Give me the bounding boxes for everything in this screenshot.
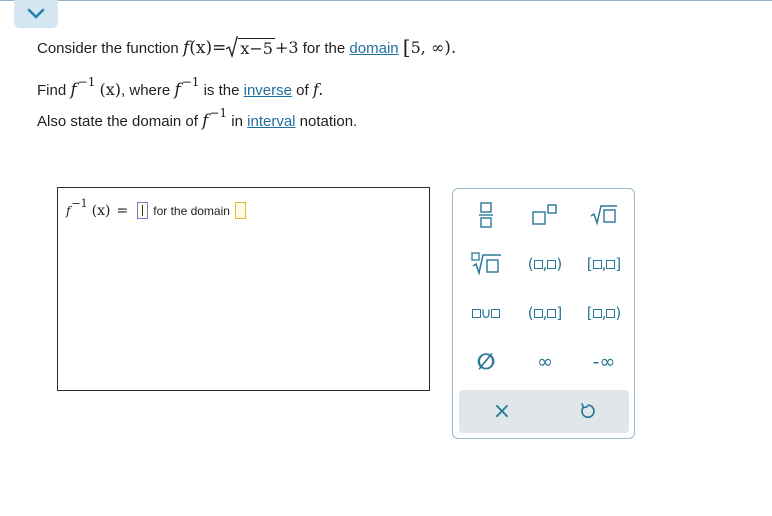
inverse-superscript: −1 <box>181 75 200 89</box>
open-closed-interval-button[interactable]: (,] <box>519 296 571 330</box>
math-palette: (,) [,] ∪ (,] [,) ∅ ∞ -∞ × <box>452 188 635 439</box>
closed-open-interval-button[interactable]: [,) <box>578 296 630 330</box>
clear-button[interactable]: × <box>476 394 528 428</box>
superscript-icon <box>532 204 557 225</box>
interval-link[interactable]: interval <box>247 113 295 130</box>
function-arg: (x) <box>189 38 213 58</box>
domain-link[interactable]: domain <box>349 40 398 57</box>
answer-lhs-arg: (x) <box>91 202 111 219</box>
collapse-toggle-button[interactable] <box>14 0 58 28</box>
inverse-superscript: −1 <box>209 106 228 120</box>
domain-input[interactable] <box>234 202 246 219</box>
for-domain-label: for the domain <box>153 203 230 218</box>
inverse-function-input[interactable] <box>137 202 149 219</box>
domain-interval: 5, ∞ <box>410 38 445 57</box>
negative-infinity-icon: -∞ <box>592 351 616 373</box>
inverse-function-name: f <box>174 80 181 100</box>
radicand: x−5 <box>238 38 275 58</box>
answer-input-area[interactable]: f −1 (x) = for the domain <box>57 187 430 391</box>
answer-equals: = <box>116 202 129 219</box>
question-line-1: Consider the function f(x)= x−5 +3 for the… <box>37 34 457 59</box>
question-text: is the <box>203 82 240 99</box>
question-line-3: Also state the domain of f−1 in interval… <box>37 106 358 131</box>
answer-lhs-function: f <box>66 203 71 218</box>
question-text: of <box>296 82 309 99</box>
exponent-button[interactable] <box>519 198 571 232</box>
sqrt-icon <box>590 205 617 226</box>
palette-action-bar: × <box>459 390 629 433</box>
inverse-function-name: f <box>70 80 77 100</box>
empty-set-icon: ∅ <box>476 349 496 375</box>
nth-root-icon <box>471 252 501 276</box>
plus-term: +3 <box>274 38 299 57</box>
infinity-icon: ∞ <box>537 351 553 373</box>
inverse-arg: (x) <box>99 80 122 99</box>
question-text: , where <box>121 82 171 99</box>
question-text: Consider the function <box>37 40 179 57</box>
closed-interval-icon: [,] <box>586 255 622 273</box>
half-open-interval-icon: (,] <box>527 304 563 322</box>
open-interval-icon: (,) <box>527 255 563 273</box>
union-symbol: ∪ <box>480 304 492 322</box>
undo-icon <box>581 403 595 419</box>
union-button[interactable]: ∪ <box>460 296 512 330</box>
equals-sign: = <box>212 38 227 58</box>
answer-row: f −1 (x) = for the domain <box>66 197 249 219</box>
close-icon: × <box>492 398 512 424</box>
closed-closed-interval-button[interactable]: [,] <box>578 247 630 281</box>
union-icon: ∪ <box>471 304 501 322</box>
open-open-interval-button[interactable]: (,) <box>519 247 571 281</box>
undo-button[interactable] <box>561 394 613 428</box>
top-divider <box>0 0 772 1</box>
domain-bracket-left: [ <box>402 35 411 59</box>
radical-sign-icon <box>226 36 239 58</box>
domain-bracket-right: ). <box>444 38 457 58</box>
question-text: for the <box>302 40 346 57</box>
infinity-button[interactable]: ∞ <box>519 345 571 379</box>
square-root-button[interactable] <box>578 198 630 232</box>
question-line-2: Find f−1 (x), where f−1 is the inverse o… <box>37 75 324 100</box>
fraction-button[interactable] <box>460 198 512 232</box>
question-text: notation. <box>299 113 358 130</box>
negative-infinity-button[interactable]: -∞ <box>578 345 630 379</box>
inverse-link[interactable]: inverse <box>244 82 292 99</box>
question-text: in <box>231 113 243 130</box>
question-text: Find <box>37 82 67 99</box>
answer-lhs-superscript: −1 <box>71 197 88 210</box>
empty-set-button[interactable]: ∅ <box>460 345 512 379</box>
half-closed-interval-icon: [,) <box>586 304 622 322</box>
nth-root-button[interactable] <box>460 247 512 281</box>
fraction-icon <box>479 202 493 228</box>
inverse-function-name: f <box>202 111 209 131</box>
chevron-down-icon <box>27 8 45 19</box>
sqrt-expression: x−5 <box>226 36 275 58</box>
question-text: Also state the domain of <box>37 113 198 130</box>
inverse-superscript: −1 <box>77 75 96 89</box>
function-name: f. <box>312 80 324 99</box>
